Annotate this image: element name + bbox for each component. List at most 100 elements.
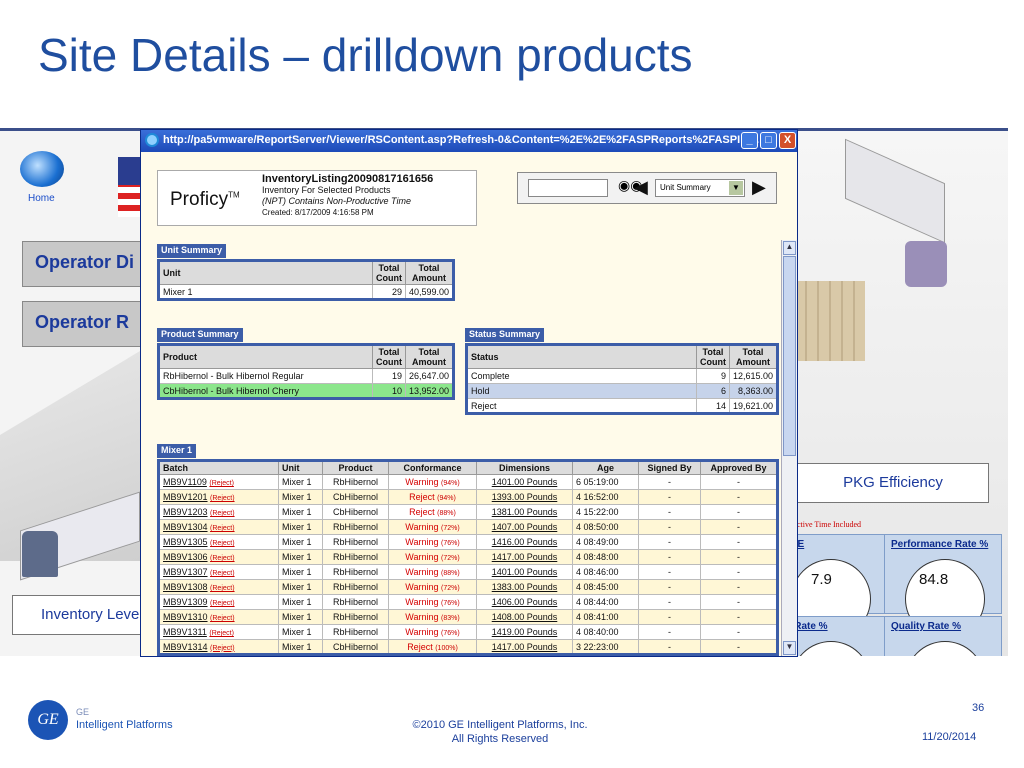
dimensions-link[interactable]: 1401.00 Pounds	[492, 477, 558, 487]
reject-link[interactable]: (Reject)	[209, 630, 234, 637]
table-row[interactable]: MB9V1306 (Reject) Mixer 1 RbHibernol Warnin…	[158, 549, 778, 565]
gauge-title: Performance Rate %	[891, 539, 989, 550]
pkg-efficiency-button[interactable]: PKG Efficiency	[797, 463, 989, 503]
window-url: http://pa5vmware/ReportServer/Viewer/RSC…	[163, 134, 760, 146]
reject-link[interactable]: (Reject)	[210, 540, 235, 547]
home-link[interactable]: Home	[28, 193, 55, 204]
reject-link[interactable]: (Reject)	[210, 645, 235, 652]
column-header[interactable]: Signed By	[638, 460, 701, 475]
dimensions-link[interactable]: 1401.00 Pounds	[492, 567, 558, 577]
table-row[interactable]: MB9V1314 (Reject) Mixer 1 CbHibernol Reject…	[158, 639, 778, 655]
footer-date: 11/20/2014	[922, 731, 977, 743]
dimensions-link[interactable]: 1407.00 Pounds	[492, 522, 558, 532]
dimensions-link[interactable]: 1419.00 Pounds	[492, 627, 558, 637]
batch-link[interactable]: MB9V1310	[163, 612, 208, 622]
reject-link[interactable]: (Reject)	[210, 615, 235, 622]
conformance-percent: (72%)	[441, 555, 460, 562]
table-row[interactable]: MB9V1308 (Reject) Mixer 1 RbHibernol Warnin…	[158, 579, 778, 595]
table-row[interactable]: RbHibernol - Bulk Hibernol Regular 19 26…	[158, 368, 455, 384]
reject-link[interactable]: (Reject)	[210, 495, 235, 502]
table-row[interactable]: MB9V1311 (Reject) Mixer 1 RbHibernol Warnin…	[158, 624, 778, 640]
reject-link[interactable]: (Reject)	[210, 600, 235, 607]
report-popup-window[interactable]: http://pa5vmware/ReportServer/Viewer/RSC…	[140, 129, 798, 657]
inventory-level-button[interactable]: Inventory Leve	[12, 595, 152, 635]
scroll-down-icon[interactable]: ▼	[783, 641, 796, 655]
dimensions-link[interactable]: 1393.00 Pounds	[492, 492, 558, 502]
crate-stack	[795, 281, 865, 361]
table-row[interactable]: MB9V1305 (Reject) Mixer 1 RbHibernol Warnin…	[158, 534, 778, 550]
unit-summary-label: Unit Summary	[157, 244, 227, 258]
column-header[interactable]: Unit	[278, 460, 323, 475]
scrollbar-thumb[interactable]	[783, 256, 796, 456]
dimensions-link[interactable]: 1406.00 Pounds	[492, 597, 558, 607]
batch-link[interactable]: MB9V1307	[163, 567, 208, 577]
column-header[interactable]: Status	[466, 344, 697, 369]
reject-link[interactable]: (Reject)	[210, 525, 235, 532]
table-row[interactable]: Hold 6 8,363.00	[466, 383, 779, 399]
footer-copyright: ©2010 GE Intelligent Platforms, Inc. All…	[412, 719, 588, 745]
column-header[interactable]: Total Count	[371, 260, 406, 285]
batch-link[interactable]: MB9V1309	[163, 597, 208, 607]
arrow-right-icon[interactable]: ▶	[752, 177, 766, 198]
dimensions-link[interactable]: 1416.00 Pounds	[492, 537, 558, 547]
quality-rate-gauge[interactable]: Quality Rate %	[884, 616, 1002, 656]
table-row[interactable]: Mixer 1 29 40,599.00	[158, 284, 455, 300]
batch-link[interactable]: MB9V1305	[163, 537, 208, 547]
column-header[interactable]: Unit	[158, 260, 373, 285]
performance-rate-gauge[interactable]: Performance Rate % 84.8	[884, 534, 1002, 639]
minimize-button[interactable]: _	[741, 132, 758, 149]
batch-link[interactable]: MB9V1306	[163, 552, 208, 562]
conformance-percent: (100%)	[435, 644, 458, 652]
table-row[interactable]: MB9V1201 (Reject) Mixer 1 CbHibernol Reject…	[158, 489, 778, 505]
column-header[interactable]: Total Amount	[404, 260, 455, 285]
batch-link[interactable]: MB9V1201	[163, 492, 208, 502]
window-titlebar[interactable]: http://pa5vmware/ReportServer/Viewer/RSC…	[141, 130, 797, 152]
dimensions-link[interactable]: 1408.00 Pounds	[492, 612, 558, 622]
column-header[interactable]: Conformance	[388, 460, 477, 475]
column-header[interactable]: Dimensions	[476, 460, 573, 475]
maximize-button[interactable]: □	[760, 132, 777, 149]
dimensions-link[interactable]: 1417.00 Pounds	[492, 642, 558, 652]
conformance-percent: (76%)	[441, 600, 460, 607]
column-header[interactable]: Total Amount	[728, 344, 779, 369]
reject-link[interactable]: (Reject)	[210, 570, 235, 577]
reject-link[interactable]: (Reject)	[210, 555, 235, 562]
batch-link[interactable]: MB9V1109	[163, 477, 207, 487]
batch-link[interactable]: MB9V1311	[163, 627, 207, 637]
close-button[interactable]: X	[779, 132, 796, 149]
table-row[interactable]: MB9V1304 (Reject) Mixer 1 RbHibernol Warnin…	[158, 519, 778, 535]
dimensions-link[interactable]: 1383.00 Pounds	[492, 582, 558, 592]
batch-link[interactable]: MB9V1304	[163, 522, 208, 532]
column-header[interactable]: Product	[158, 344, 373, 369]
column-header[interactable]: Product	[322, 460, 389, 475]
table-row[interactable]: Complete 9 12,615.00	[466, 368, 779, 384]
dimensions-link[interactable]: 1381.00 Pounds	[492, 507, 558, 517]
column-header[interactable]: Total Count	[371, 344, 406, 369]
batch-link[interactable]: MB9V1308	[163, 582, 208, 592]
dropdown-icon[interactable]: ▼	[729, 181, 743, 195]
dimensions-link[interactable]: 1417.00 Pounds	[492, 552, 558, 562]
column-header[interactable]: Age	[572, 460, 639, 475]
reject-link[interactable]: (Reject)	[210, 510, 235, 517]
column-header[interactable]: Batch	[158, 460, 279, 475]
arrow-left-icon[interactable]: ◀	[634, 177, 648, 198]
search-input[interactable]	[528, 179, 608, 197]
batch-link[interactable]: MB9V1314	[163, 642, 208, 652]
table-row[interactable]: MB9V1310 (Reject) Mixer 1 RbHibernol Warnin…	[158, 609, 778, 625]
column-header[interactable]: Total Amount	[404, 344, 455, 369]
batch-link[interactable]: MB9V1203	[163, 507, 208, 517]
column-header[interactable]: Approved By	[700, 460, 778, 475]
column-header[interactable]: Total Count	[695, 344, 730, 369]
scroll-up-icon[interactable]: ▲	[783, 241, 796, 255]
globe-icon[interactable]	[20, 151, 64, 187]
table-row[interactable]: MB9V1109 (Reject) Mixer 1 RbHibernol Warnin…	[158, 474, 778, 490]
reject-link[interactable]: (Reject)	[209, 480, 234, 487]
view-select[interactable]: Unit Summary ▼	[655, 179, 745, 197]
table-row[interactable]: Reject 14 19,621.00	[466, 398, 779, 414]
table-row[interactable]: CbHibernol - Bulk Hibernol Cherry 10 13,…	[158, 383, 455, 399]
table-row[interactable]: MB9V1307 (Reject) Mixer 1 RbHibernol Warnin…	[158, 564, 778, 580]
vertical-scrollbar[interactable]: ▲ ▼	[781, 240, 797, 656]
table-row[interactable]: MB9V1309 (Reject) Mixer 1 RbHibernol Warnin…	[158, 594, 778, 610]
reject-link[interactable]: (Reject)	[210, 585, 235, 592]
table-row[interactable]: MB9V1203 (Reject) Mixer 1 CbHibernol Reject…	[158, 504, 778, 520]
